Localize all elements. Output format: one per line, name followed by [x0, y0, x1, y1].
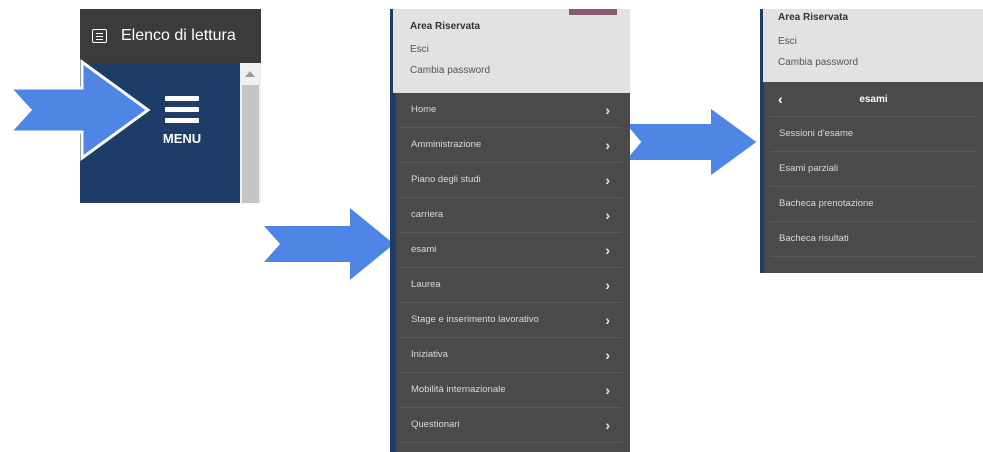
submenu-title: esami	[859, 94, 888, 105]
chevron-right-icon: ›	[605, 382, 610, 398]
nav-item-amministrazione[interactable]: Amministrazione ›	[400, 128, 622, 163]
nav-item-stage[interactable]: Stage e inserimento lavorativo ›	[400, 303, 622, 338]
accent-stripe	[760, 82, 764, 273]
logout-link[interactable]: Esci	[778, 36, 797, 47]
accent-stripe	[390, 93, 396, 452]
nav-item-questionari[interactable]: Questionari ›	[400, 408, 622, 443]
chevron-right-icon: ›	[605, 172, 610, 188]
chevron-right-icon: ›	[605, 417, 610, 433]
scrollbar[interactable]	[240, 63, 261, 203]
arrow-right-icon	[264, 208, 394, 280]
nav-item-label: Piano degli studi	[411, 174, 481, 185]
reading-list-label: Elenco di lettura	[121, 27, 236, 44]
nav-item-home[interactable]: Home ›	[400, 93, 622, 128]
sub-item-sessioni[interactable]: Sessioni d'esame	[770, 117, 977, 152]
toolbar-reading-list[interactable]: Elenco di lettura	[80, 9, 261, 63]
nav-item-label: Mobilità internazionale	[411, 384, 506, 395]
nav-item-label: Questionari	[411, 419, 460, 430]
nav-item-piano-studi[interactable]: Piano degli studi ›	[400, 163, 622, 198]
nav-item-label: Iniziativa	[411, 349, 448, 360]
nav-list: Home › Amministrazione › Piano degli studi…	[400, 93, 622, 443]
chevron-right-icon: ›	[605, 277, 610, 293]
chevron-right-icon: ›	[605, 242, 610, 258]
main-menu-panel: Area Riservata Esci Cambia password Home…	[390, 9, 630, 452]
nav-item-label: esami	[411, 244, 437, 255]
exams-submenu-panel: Area Riservata Esci Cambia password ‹ es…	[760, 9, 983, 273]
nav-item-carriera[interactable]: carriera ›	[400, 198, 622, 233]
nav-item-label: Home	[411, 104, 437, 115]
accent-stripe	[760, 9, 763, 82]
submenu-header: ‹ esami	[770, 82, 977, 117]
submenu-list: Sessioni d'esame Esami parziali Bacheca …	[770, 117, 977, 257]
header-image	[569, 9, 617, 15]
nav-item-laurea[interactable]: Laurea ›	[400, 268, 622, 303]
chevron-left-icon[interactable]: ‹	[778, 82, 783, 117]
nav-item-label: carriera	[411, 209, 444, 220]
nav-item-label: Amministrazione	[411, 139, 482, 150]
scroll-thumb[interactable]	[242, 85, 259, 203]
nav-item-label: Laurea	[411, 279, 441, 290]
area-title: Area Riservata	[410, 21, 481, 32]
chevron-right-icon: ›	[605, 207, 610, 223]
arrow-right-icon	[8, 59, 151, 161]
chevron-right-icon: ›	[605, 137, 610, 153]
chevron-right-icon: ›	[605, 312, 610, 328]
change-password-link[interactable]: Cambia password	[778, 57, 858, 68]
sub-item-bacheca-prenotazione[interactable]: Bacheca prenotazione	[770, 187, 977, 222]
sub-item-esami-parziali[interactable]: Esami parziali	[770, 152, 977, 187]
nav-item-label: Stage e inserimento lavorativo	[411, 314, 539, 325]
sub-item-bacheca-risultati[interactable]: Bacheca risultati	[770, 222, 977, 257]
nav-item-mobilita[interactable]: Mobilità internazionale ›	[400, 373, 622, 408]
chevron-right-icon: ›	[605, 347, 610, 363]
menu-button-label[interactable]: MENU	[153, 131, 211, 146]
change-password-link[interactable]: Cambia password	[410, 65, 490, 76]
chevron-right-icon: ›	[605, 102, 610, 118]
list-icon	[92, 29, 107, 43]
scroll-up-icon[interactable]	[245, 71, 255, 77]
nav-item-iniziativa[interactable]: Iniziativa ›	[400, 338, 622, 373]
accent-stripe	[390, 9, 393, 93]
arrow-right-icon	[621, 105, 760, 179]
logout-link[interactable]: Esci	[410, 44, 429, 55]
nav-item-esami[interactable]: esami ›	[400, 233, 622, 268]
hamburger-icon[interactable]	[165, 96, 199, 124]
area-title: Area Riservata	[778, 12, 849, 23]
